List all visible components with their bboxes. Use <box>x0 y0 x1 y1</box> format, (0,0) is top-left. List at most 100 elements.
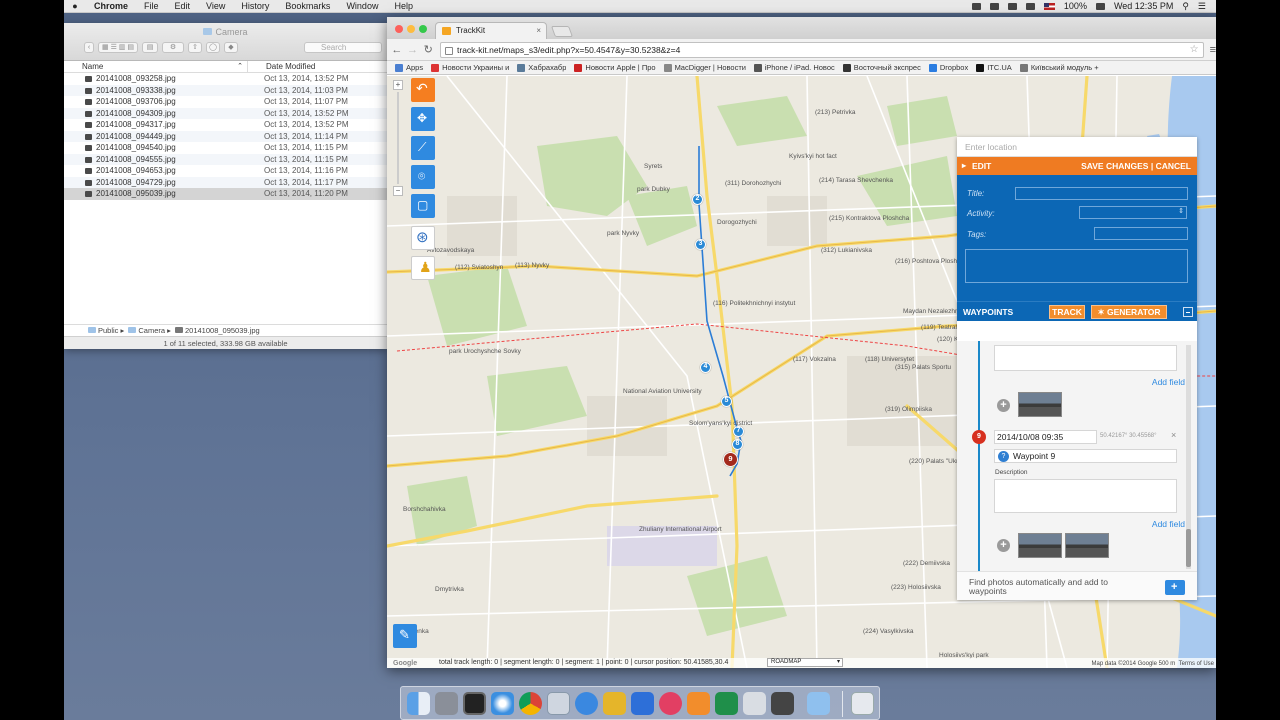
waypoint-marker-3[interactable]: 3 <box>695 239 706 250</box>
bookmark-item[interactable]: Хабрахабр <box>517 63 566 72</box>
file-row[interactable]: 20141008_093258.jpg Oct 13, 2014, 13:52 P… <box>64 73 387 85</box>
menu-help[interactable]: Help <box>386 1 421 11</box>
screen-record-icon[interactable] <box>971 2 981 10</box>
word-dock-icon[interactable] <box>631 692 654 715</box>
bookmark-item[interactable]: MacDigger | Новости <box>663 63 746 72</box>
undo-tool-button[interactable]: ↶ <box>411 78 435 102</box>
apple-menu-icon[interactable]: ● <box>64 1 86 11</box>
path-item-public[interactable]: Public <box>98 326 118 335</box>
zoom-out-button[interactable]: − <box>393 186 403 196</box>
photo-thumbnail[interactable] <box>1065 533 1109 558</box>
photo-app-dock-icon[interactable] <box>771 692 794 715</box>
add-photos-folder-icon[interactable] <box>1165 580 1185 595</box>
zoom-window-button[interactable] <box>419 25 427 33</box>
menu-chrome[interactable]: Chrome <box>86 1 136 11</box>
battery-icon[interactable] <box>1095 2 1105 10</box>
document-dock-icon[interactable] <box>743 692 766 715</box>
file-row[interactable]: 20141008_094540.jpg Oct 13, 2014, 11:15 P… <box>64 142 387 154</box>
spotlight-icon[interactable]: ⚲ <box>1182 1 1189 12</box>
waypoint-marker-2[interactable]: 2 <box>692 194 703 205</box>
track-button[interactable]: TRACK <box>1049 305 1085 319</box>
preview-dock-icon[interactable] <box>547 692 570 715</box>
bookmark-item[interactable]: Dropbox <box>928 63 968 72</box>
photo-thumbnail[interactable] <box>1018 392 1062 417</box>
back-arrow-icon[interactable]: ← <box>391 44 403 56</box>
finder-titlebar[interactable]: Camera ‹ ▦ ☰ ▥ ▤ ▤ ⚙ ⇧ ◯ ◆ Search <box>64 23 387 61</box>
prev-description-textarea[interactable] <box>994 345 1177 371</box>
forward-arrow-icon[interactable]: → <box>407 44 419 56</box>
file-row[interactable]: 20141008_094729.jpg Oct 13, 2014, 11:17 P… <box>64 176 387 188</box>
waypoint-marker-5[interactable]: 5 <box>721 396 732 407</box>
cancel-button[interactable]: CANCEL <box>1156 161 1191 171</box>
remove-waypoint-icon[interactable]: × <box>1171 430 1176 440</box>
clock[interactable]: Wed 12:35 PM <box>1114 1 1173 11</box>
itunes-dock-icon[interactable] <box>659 692 682 715</box>
menu-window[interactable]: Window <box>338 1 386 11</box>
close-tab-icon[interactable]: × <box>536 23 541 39</box>
add-photo-icon[interactable]: + <box>997 399 1010 412</box>
new-tab-button[interactable] <box>550 26 574 37</box>
input-source-flag-icon[interactable] <box>1043 2 1055 10</box>
reload-icon[interactable]: ↻ <box>422 43 434 56</box>
waypoint-marker-8[interactable]: 8 <box>732 439 743 450</box>
bookmark-item[interactable]: Новости Украины и <box>431 63 509 72</box>
file-row[interactable]: 20141008_094309.jpg Oct 13, 2014, 13:52 P… <box>64 107 387 119</box>
waypoint-marker-7[interactable]: 7 <box>733 426 744 437</box>
column-header-date[interactable]: Date Modified <box>248 61 315 72</box>
map-canvas[interactable]: (213) Petrivka Kyivs'kyi hot fact (214) Ta… <box>387 76 1216 668</box>
bookmark-star-icon[interactable]: ☆ <box>1190 43 1199 57</box>
waypoint-marker-9[interactable]: 9 <box>723 452 738 467</box>
tags-input[interactable] <box>1094 227 1188 240</box>
excel-dock-icon[interactable] <box>715 692 738 715</box>
ibooks-dock-icon[interactable] <box>687 692 710 715</box>
menu-view[interactable]: View <box>198 1 233 11</box>
title-input[interactable] <box>1015 187 1188 200</box>
downloads-folder-dock-icon[interactable] <box>807 692 830 715</box>
file-row[interactable]: 20141008_094317.jpg Oct 13, 2014, 13:52 P… <box>64 119 387 131</box>
add-field-link[interactable]: Add field <box>1152 519 1185 529</box>
compass-button[interactable]: ⊛ <box>411 226 435 250</box>
finder-search-input[interactable]: Search <box>304 42 382 53</box>
trash-dock-icon[interactable] <box>851 692 874 715</box>
path-item-file[interactable]: 20141008_095039.jpg <box>185 326 260 335</box>
file-row[interactable]: 20141008_095039.jpg Oct 13, 2014, 11:20 P… <box>64 188 387 200</box>
waypoint-datetime-input[interactable]: 2014/10/08 09:35 <box>994 430 1097 444</box>
bookmark-item[interactable]: ITC.UA <box>976 63 1012 72</box>
map-type-select[interactable]: ROADMAP <box>767 658 843 667</box>
bookmark-item[interactable]: Новости Apple | Про <box>574 63 656 72</box>
terms-link[interactable]: Terms of Use <box>1179 661 1214 667</box>
finder-dock-icon[interactable] <box>407 692 430 715</box>
generator-button[interactable]: ✶ GENERATOR <box>1091 305 1167 319</box>
winamp-dock-icon[interactable] <box>603 692 626 715</box>
tab-trackkit[interactable]: TrackKit × <box>435 22 547 39</box>
action-gear-icon[interactable]: ⚙ <box>162 42 184 53</box>
volume-icon[interactable] <box>1025 2 1035 10</box>
view-mode-buttons[interactable]: ▦ ☰ ▥ ▤ <box>98 42 138 53</box>
photo-thumbnail[interactable] <box>1018 533 1062 558</box>
mission-control-dock-icon[interactable] <box>463 692 486 715</box>
edit-header[interactable]: EDIT SAVE CHANGES | CANCEL <box>957 157 1197 175</box>
address-bar[interactable]: track-kit.net/maps_s3/edit.php?x=50.4547… <box>440 41 1204 58</box>
menu-file[interactable]: File <box>136 1 167 11</box>
activity-select[interactable]: ⇕ <box>1079 206 1187 219</box>
street-view-pegman[interactable]: ♟ <box>411 256 435 280</box>
file-row[interactable]: 20141008_093338.jpg Oct 13, 2014, 11:03 P… <box>64 84 387 96</box>
add-field-link[interactable]: Add field <box>1152 377 1185 387</box>
menu-bookmarks[interactable]: Bookmarks <box>277 1 338 11</box>
location-search-input[interactable]: Enter location <box>957 137 1197 157</box>
file-row[interactable]: 20141008_094449.jpg Oct 13, 2014, 11:14 P… <box>64 130 387 142</box>
waypoints-scrollbar[interactable] <box>1186 345 1191 569</box>
minimize-window-button[interactable] <box>407 25 415 33</box>
save-changes-button[interactable]: SAVE CHANGES <box>1081 161 1148 171</box>
ruler-tool-button[interactable]: ✎ <box>393 624 417 648</box>
waypoint-tool-button[interactable]: ⌾ <box>411 165 435 189</box>
share-icon[interactable]: ⇧ <box>188 42 202 53</box>
battery-percent[interactable]: 100% <box>1064 1 1087 11</box>
bookmark-item[interactable]: Apps <box>395 63 423 72</box>
launchpad-dock-icon[interactable] <box>435 692 458 715</box>
app-store-dock-icon[interactable] <box>575 692 598 715</box>
collapse-icon[interactable] <box>1183 307 1193 317</box>
skype-icon[interactable] <box>989 2 999 10</box>
description-textarea[interactable] <box>965 249 1188 283</box>
track-draw-tool-button[interactable]: ⟋ <box>411 136 435 160</box>
